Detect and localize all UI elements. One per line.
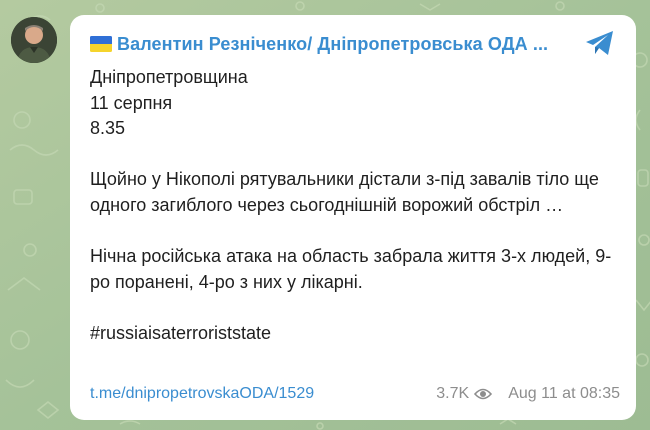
message-card: Валентин Резніченко/ Дніпропетровська ОД…: [70, 15, 636, 420]
message-paragraph-rescue: Щойно у Нікополі рятувальники дістали з-…: [90, 169, 599, 215]
message-line-region: Дніпропетровщина: [90, 67, 248, 87]
channel-name-link[interactable]: Валентин Резніченко/ Дніпропетровська ОД…: [117, 34, 548, 55]
message-line-time: 8.35: [90, 118, 126, 139]
share-button[interactable]: [582, 27, 618, 59]
message-header: Валентин Резніченко/ Дніпропетровська ОД…: [90, 32, 570, 56]
post-link[interactable]: t.me/dnipropetrovskaODA/1529: [90, 385, 314, 403]
eye-icon: [474, 388, 493, 400]
ukraine-flag-icon: [90, 36, 112, 52]
message-footer: t.me/dnipropetrovskaODA/1529 3.7K Aug 11…: [90, 383, 620, 405]
message-hashtag: #russiaisaterroriststate: [90, 322, 272, 343]
avatar-image: [11, 17, 57, 63]
message-text: Дніпропетровщина 11 серпня 8.35 Щойно у …: [90, 65, 620, 347]
view-count: 3.7K: [436, 385, 470, 402]
post-date: Aug 11 at 08:35: [508, 385, 620, 402]
telegram-share-icon: [586, 31, 613, 55]
channel-avatar[interactable]: [11, 17, 57, 63]
message-line-date: 11 серпня: [90, 92, 173, 113]
message-paragraph-casualties: Нічна російська атака на область забрала…: [90, 246, 612, 292]
